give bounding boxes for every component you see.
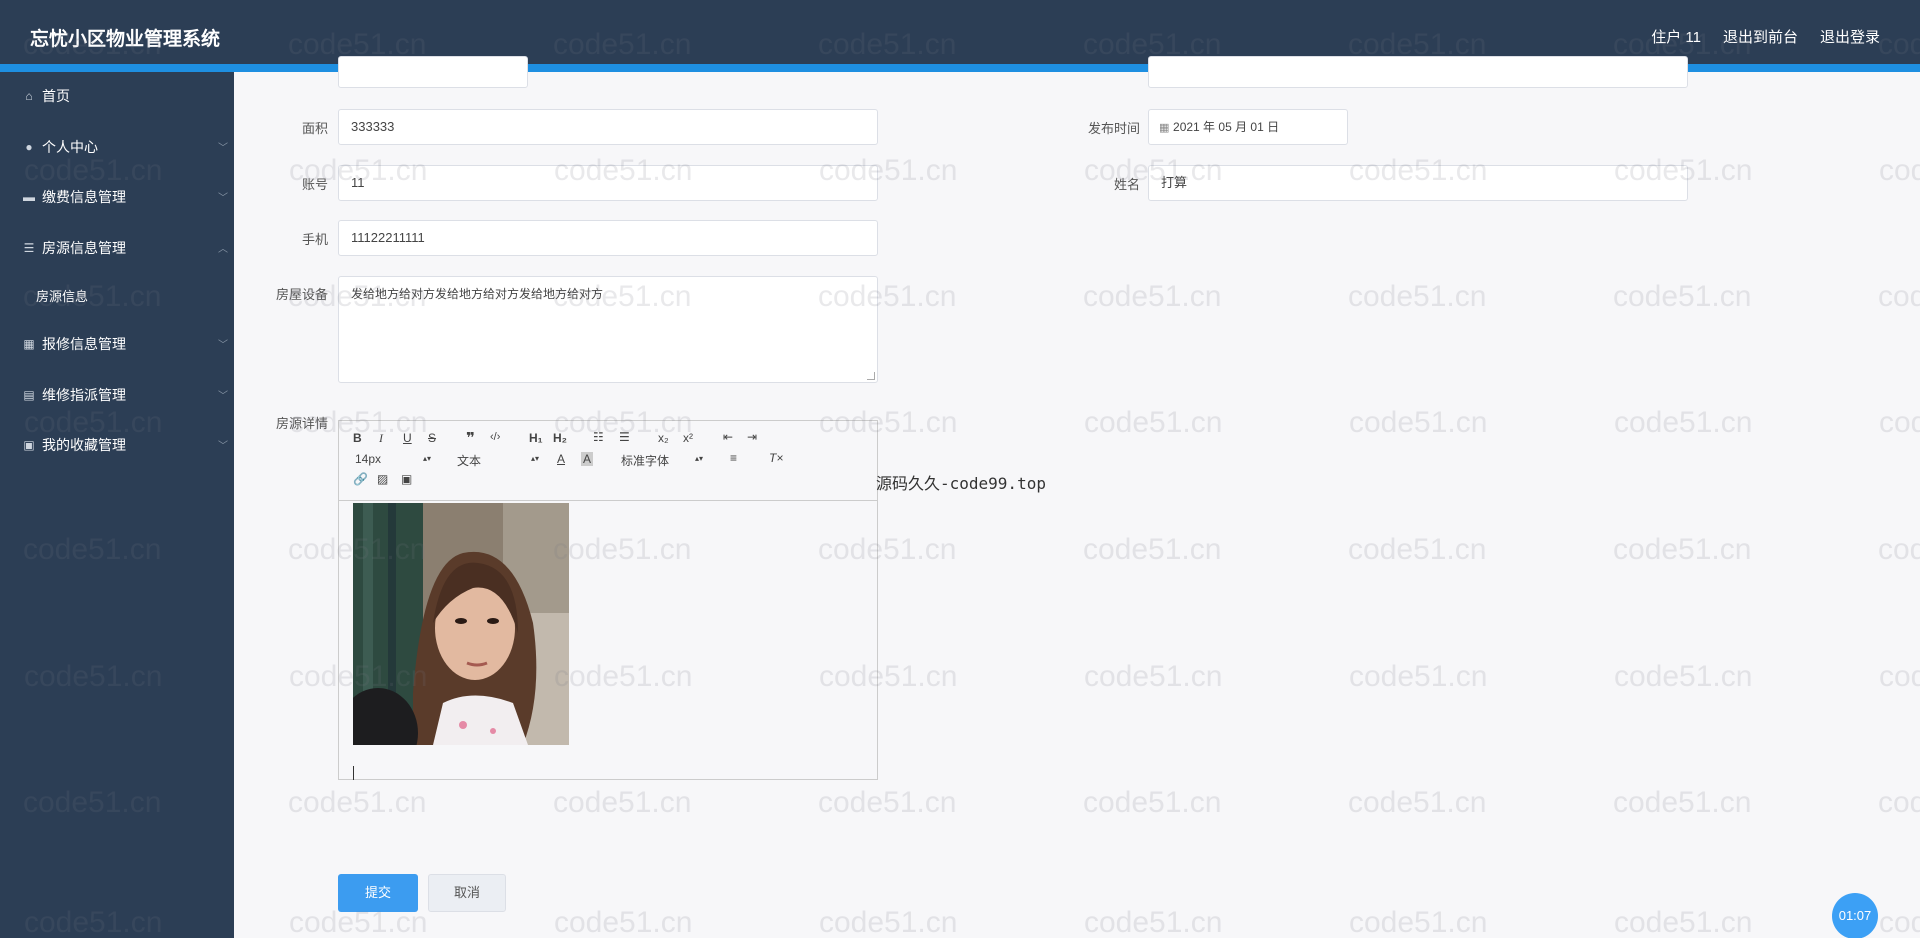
sidebar-subitem-housing-info[interactable]: 房源信息 (0, 280, 234, 310)
sidebar-item-maintenance[interactable]: ▤ 维修指派管理 ﹀ (0, 377, 234, 413)
sidebar-item-payment[interactable]: ▬ 缴费信息管理 ﹀ (0, 179, 234, 215)
exit-to-front-link[interactable]: 退出到前台 (1723, 26, 1798, 47)
select-arrows-icon: ▴▾ (531, 454, 540, 463)
top-links: 住户 11 退出到前台 退出登录 (1651, 26, 1880, 47)
home-icon: ⌂ (25, 89, 33, 103)
sidebar-item-label: 缴费信息管理 (42, 189, 126, 205)
detail-label: 房源详情 (275, 416, 328, 431)
sidebar-item-housing[interactable]: ☰ 房源信息管理 ︿ (0, 230, 234, 266)
scrolled-field-left[interactable] (338, 56, 528, 88)
submit-button[interactable]: 提交 (338, 874, 418, 912)
account-input[interactable]: 11 (338, 165, 878, 201)
name-label: 姓名 (1113, 177, 1140, 192)
collection-icon: ▣ (23, 438, 35, 452)
inserted-photo (353, 503, 569, 745)
select-arrows-icon: ▴▾ (423, 454, 432, 463)
rich-text-editor: B I U S ❞ ‹/› H₁ H₂ ☷ ☰ x₂ x² ⇤ ⇥ 14px ▴… (338, 420, 878, 780)
publish-date-value: 2021 年 05 月 01 日 (1173, 120, 1280, 134)
code-block-icon[interactable]: ‹/› (490, 431, 500, 443)
publish-date-picker[interactable]: ▦ 2021 年 05 月 01 日 (1148, 109, 1348, 145)
app-title: 忘忧小区物业管理系统 (30, 29, 221, 50)
superscript-icon[interactable]: x² (683, 431, 693, 445)
sidebar-item-label: 房源信息管理 (42, 240, 126, 256)
strikethrough-icon[interactable]: S (428, 431, 436, 445)
phone-label: 手机 (301, 232, 328, 247)
ordered-list-icon[interactable]: ☷ (593, 430, 604, 444)
background-color-icon[interactable]: A (581, 452, 594, 466)
sidebar-item-home[interactable]: ⌂ 首页 (0, 78, 234, 114)
publish-time-label: 发布时间 (1087, 121, 1140, 136)
equipment-text: 发给地方给对方发给地方给对方发给地方给对方 (351, 287, 604, 301)
list-icon: ☰ (23, 241, 35, 255)
sidebar-item-label: 我的收藏管理 (42, 437, 126, 453)
briefcase-icon: ▬ (23, 190, 35, 204)
editor-toolbar: B I U S ❞ ‹/› H₁ H₂ ☷ ☰ x₂ x² ⇤ ⇥ 14px ▴… (339, 421, 877, 501)
sidebar-item-favorites[interactable]: ▣ 我的收藏管理 ﹀ (0, 427, 234, 463)
resize-handle[interactable] (867, 372, 875, 380)
select-arrows-icon: ▴▾ (695, 454, 704, 463)
phone-input[interactable]: 11122211111 (338, 220, 878, 256)
video-icon[interactable]: ▣ (401, 472, 412, 486)
font-family-value: 标准字体 (621, 454, 670, 468)
equipment-label: 房屋设备 (275, 287, 328, 302)
current-user[interactable]: 住户 11 (1651, 26, 1701, 47)
subscript-icon[interactable]: x₂ (658, 431, 669, 445)
editor-content[interactable] (339, 501, 877, 780)
sidebar-item-label: 首页 (42, 88, 70, 104)
italic-icon[interactable]: I (379, 431, 383, 446)
font-family-select[interactable]: 标准字体 ▴▾ (621, 452, 711, 469)
blockquote-icon[interactable]: ❞ (466, 429, 475, 447)
align-icon[interactable]: ≡ (730, 451, 737, 465)
chevron-down-icon: ﹀ (218, 193, 228, 204)
account-label: 账号 (301, 177, 328, 192)
font-color-icon[interactable]: A (557, 452, 565, 466)
clear-format-icon[interactable]: T× (769, 451, 783, 465)
outdent-icon[interactable]: ⇤ (723, 430, 733, 444)
chevron-down-icon: ﹀ (218, 441, 228, 452)
sidebar: ⌂ 首页 ● 个人中心 ﹀ ▬ 缴费信息管理 ﹀ ☰ 房源信息管理 ︿ 房源信息… (0, 72, 234, 938)
area-input[interactable]: 333333 (338, 109, 878, 145)
heading-select[interactable]: 文本 ▴▾ (457, 452, 547, 469)
font-size-select[interactable]: 14px ▴▾ (355, 452, 435, 466)
link-icon[interactable]: 🔗 (353, 472, 368, 486)
logout-link[interactable]: 退出登录 (1820, 26, 1880, 47)
timer-badge: 01:07 (1832, 893, 1878, 938)
cancel-button[interactable]: 取消 (428, 874, 506, 912)
indent-icon[interactable]: ⇥ (747, 430, 757, 444)
name-input[interactable]: 打算 (1148, 165, 1688, 201)
heading2-icon[interactable]: H₂ (553, 431, 567, 445)
sidebar-item-label: 维修指派管理 (42, 387, 126, 403)
scrolled-field-right[interactable] (1148, 56, 1688, 88)
chevron-down-icon: ﹀ (218, 391, 228, 402)
bullet-list-icon[interactable]: ☰ (619, 430, 630, 444)
text-cursor (353, 766, 354, 780)
image-icon[interactable]: ▨ (377, 472, 388, 486)
area-label: 面积 (301, 121, 328, 136)
heading1-icon[interactable]: H₁ (529, 431, 543, 445)
clipboard-icon: ▤ (23, 388, 35, 402)
user-icon: ● (25, 140, 33, 154)
chevron-down-icon: ﹀ (218, 143, 228, 154)
heading-value: 文本 (457, 454, 482, 468)
side-note-text: 源码久久-code99.top (876, 474, 1046, 493)
grid-icon: ▦ (23, 337, 35, 351)
sidebar-item-label: 个人中心 (42, 139, 98, 155)
chevron-up-icon: ︿ (218, 244, 228, 255)
underline-icon[interactable]: U (403, 431, 412, 445)
font-size-value: 14px (355, 452, 382, 466)
sidebar-item-repair[interactable]: ▦ 报修信息管理 ﹀ (0, 326, 234, 362)
sidebar-item-label: 报修信息管理 (42, 336, 126, 352)
calendar-icon: ▦ (1159, 122, 1170, 134)
equipment-textarea[interactable]: 发给地方给对方发给地方给对方发给地方给对方 (338, 276, 878, 383)
bold-icon[interactable]: B (353, 431, 362, 445)
chevron-down-icon: ﹀ (218, 340, 228, 351)
sidebar-item-personal[interactable]: ● 个人中心 ﹀ (0, 129, 234, 165)
